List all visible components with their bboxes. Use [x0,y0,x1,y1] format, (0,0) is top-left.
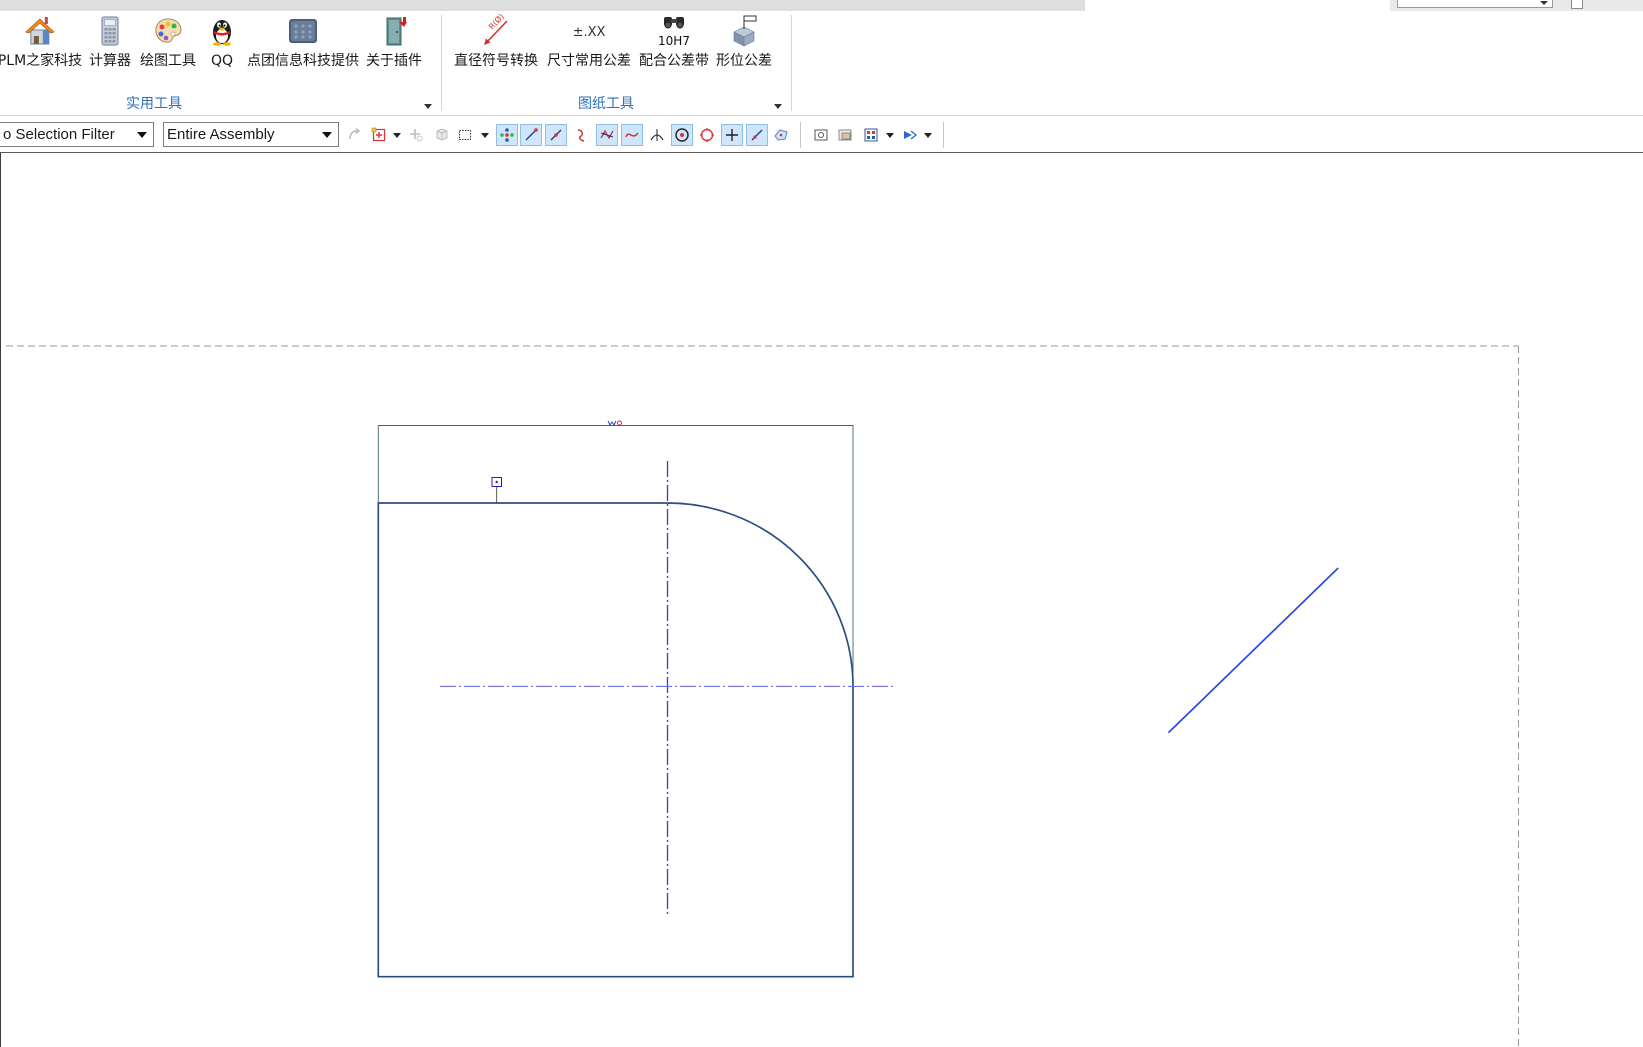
chevron-down-icon [137,132,147,138]
ribbon-button-label: 关于插件 [366,53,422,69]
select-body-icon[interactable] [430,124,452,146]
snap-quadrant-icon[interactable] [696,124,718,146]
chevron-down-icon [1540,1,1548,5]
view-label-marker[interactable] [607,420,617,426]
plugin-door-icon [378,15,410,47]
snap-intersection-icon[interactable] [596,124,618,146]
view-section-icon[interactable] [834,124,856,146]
title-bar [0,0,1643,11]
ribbon-button-label: QQ [210,53,234,69]
tab-row [0,0,1085,11]
graphics-window[interactable] [0,153,1643,1047]
tolerance-text-icon: ±.XX [573,15,606,47]
fit-icon-text: 10H7 [658,34,690,48]
plm-home-button[interactable]: PLM之家科技 [0,15,82,69]
group-launcher-icon[interactable] [773,102,783,110]
type-filter-icon[interactable] [344,124,366,146]
selection-filter-dropdown[interactable]: o Selection Filter [0,122,154,147]
construction-line[interactable] [1167,567,1339,734]
about-plugin-button[interactable]: 关于插件 [366,15,422,69]
chevron-down-icon[interactable] [481,133,489,138]
chevron-down-icon [322,132,332,138]
add-selection-icon[interactable] [368,124,390,146]
snap-curve-icon[interactable] [621,124,643,146]
qq-penguin-icon [206,15,238,47]
ribbon-button-label: 点团信息科技提供 [247,53,359,69]
group-separator [441,15,442,111]
ribbon: PLM之家科技 计算器 绘图工具 QQ 点团信息科技提供 关于插件 实用工具 R… [0,11,1643,116]
ribbon-button-label: 直径符号转换 [454,53,538,69]
group-label-drawing-tools: 图纸工具 [578,96,634,112]
chevron-down-icon[interactable] [886,133,894,138]
snap-end-point-icon[interactable] [520,124,542,146]
toolbar-separator [800,122,801,148]
search-box[interactable] [1397,0,1553,8]
select-feature-icon[interactable] [405,124,427,146]
group-label-utilities: 实用工具 [126,96,182,112]
snap-point-on-curve-icon[interactable] [746,124,768,146]
snap-enable-icon[interactable] [496,124,518,146]
view-layout-icon[interactable] [860,124,882,146]
house-icon [24,15,56,47]
group-separator [791,15,792,111]
ribbon-button-label: 尺寸常用公差 [547,53,631,69]
group-launcher-icon[interactable] [423,102,433,110]
common-tolerance-button[interactable]: ±.XX 尺寸常用公差 [547,15,631,69]
diameter-icon-text: R(Ø) [486,11,506,31]
ribbon-button-label: 计算器 [89,53,131,69]
snap-arc-center-icon[interactable] [671,124,693,146]
chevron-down-icon[interactable] [393,133,401,138]
snap-point-on-surface-icon[interactable] [770,124,792,146]
qq-button[interactable]: QQ [206,15,238,69]
ribbon-button-label: 绘图工具 [140,53,196,69]
snap-mid-point-icon[interactable] [545,124,567,146]
view-boundary[interactable] [377,425,854,687]
diameter-symbol-button[interactable]: R(Ø) 直径符号转换 [454,11,538,69]
selection-toolbar: o Selection Filter Entire Assembly [0,117,1643,153]
ribbon-button-label: 形位公差 [716,53,772,69]
fit-tolerance-button[interactable]: 10H7 配合公差带 [639,15,709,69]
window-button-icon[interactable] [1571,0,1583,9]
toolbar-separator [943,122,944,148]
tolerance-icon-text: ±.XX [573,25,606,40]
ribbon-button-label: 配合公差带 [639,53,709,69]
fit-tolerance-icon: 10H7 [658,15,690,48]
chevron-down-icon[interactable] [924,133,932,138]
snap-tangent-icon[interactable] [646,124,668,146]
palette-icon [152,15,184,47]
snap-control-point-icon[interactable] [570,124,592,146]
selection-filter-value: o Selection Filter [3,126,115,143]
anchor-point-dot [495,480,498,484]
drawing-sheet[interactable] [1,153,1643,1047]
snap-existing-point-icon[interactable] [721,124,743,146]
view-origin-marker[interactable] [617,420,622,426]
provider-info-button[interactable]: 点团信息科技提供 [247,15,359,69]
drawing-tools-button[interactable]: 绘图工具 [140,15,196,69]
info-panel-icon [287,15,319,47]
selection-scope-value: Entire Assembly [167,126,275,143]
view-orient-icon[interactable] [810,124,832,146]
diameter-symbol-icon: R(Ø) [480,11,512,47]
selection-scope-dropdown[interactable]: Entire Assembly [163,122,339,147]
calculator-button[interactable]: 计算器 [89,15,131,69]
render-style-icon[interactable] [899,124,921,146]
sketch-profile[interactable] [377,502,854,978]
rectangle-select-icon[interactable] [454,124,476,146]
geometric-tolerance-button[interactable]: 形位公差 [716,15,772,69]
geometric-tolerance-icon [728,15,760,47]
ribbon-button-label: PLM之家科技 [0,53,83,69]
calculator-icon [94,15,126,47]
